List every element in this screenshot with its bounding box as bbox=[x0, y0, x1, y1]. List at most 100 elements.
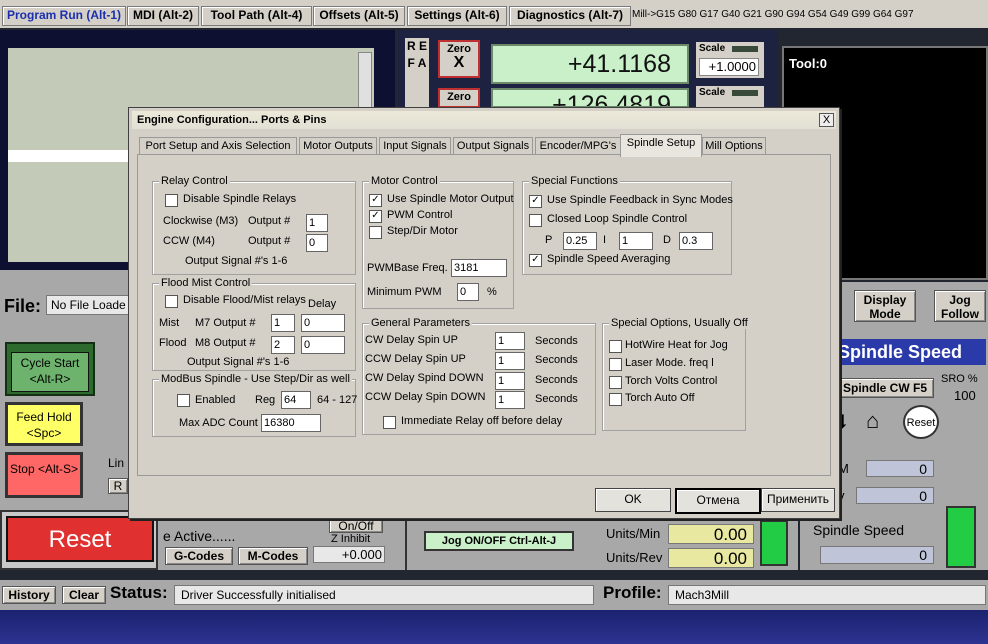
ccw-spin-up-label: CCW Delay Spin UP bbox=[365, 353, 466, 365]
ccw-spin-up-input[interactable]: 1 bbox=[495, 352, 525, 370]
ccw-spin-up-unit: Seconds bbox=[535, 354, 578, 366]
tab-diagnostics[interactable]: Diagnostics (Alt-7) bbox=[509, 6, 631, 26]
mcodes-button[interactable]: M-Codes bbox=[238, 547, 308, 565]
zero-x-button[interactable]: Zero X bbox=[438, 40, 480, 78]
cw-spin-down-input[interactable]: 1 bbox=[495, 372, 525, 390]
tab-tool-path[interactable]: Tool Path (Alt-4) bbox=[201, 6, 312, 26]
m-value: 0 bbox=[866, 460, 934, 477]
reset-button[interactable]: Reset bbox=[6, 516, 154, 562]
disable-flood-label: Disable Flood/Mist relays bbox=[183, 294, 306, 306]
closed-loop-checkbox[interactable] bbox=[529, 214, 542, 227]
spindle-reset-button[interactable]: Reset bbox=[903, 405, 939, 439]
status-text: Driver Successfully initialised bbox=[174, 585, 594, 605]
i-input[interactable]: 1 bbox=[619, 232, 653, 250]
flood-delay-input[interactable]: 0 bbox=[301, 336, 345, 354]
laser-mode-checkbox[interactable] bbox=[609, 358, 622, 371]
clear-button[interactable]: Clear bbox=[62, 586, 106, 604]
ccw-output-input[interactable]: 0 bbox=[306, 234, 328, 252]
speed-averaging-checkbox[interactable]: ✓ bbox=[529, 254, 542, 267]
modbus-enabled-checkbox[interactable] bbox=[177, 394, 190, 407]
file-label: File: bbox=[4, 296, 42, 316]
spindle-cw-button[interactable]: Spindle CW F5 bbox=[836, 378, 934, 398]
ref-all-button[interactable]: R E F A bbox=[405, 38, 429, 108]
gcodes-button[interactable]: G-Codes bbox=[165, 547, 233, 565]
step-dir-label: Step/Dir Motor bbox=[387, 225, 458, 237]
immediate-relay-checkbox[interactable] bbox=[383, 416, 396, 429]
spindle-feedback-checkbox[interactable]: ✓ bbox=[529, 195, 542, 208]
lin-label: Lin bbox=[108, 456, 125, 470]
disable-flood-checkbox[interactable] bbox=[165, 295, 178, 308]
tab-mdi[interactable]: MDI (Alt-2) bbox=[127, 6, 199, 26]
zero-y-button[interactable]: Zero bbox=[438, 88, 480, 108]
use-spindle-motor-checkbox[interactable]: ✓ bbox=[369, 194, 382, 207]
cw-output-input[interactable]: 1 bbox=[306, 214, 328, 232]
cancel-button[interactable]: Отмена bbox=[675, 488, 761, 514]
cw-spin-up-unit: Seconds bbox=[535, 335, 578, 347]
feed-hold-button[interactable]: Feed Hold <Spc> bbox=[5, 402, 83, 446]
ccw-spin-down-label: CCW Delay Spin DOWN bbox=[365, 391, 486, 403]
jog-follow-button[interactable]: Jog Follow bbox=[934, 290, 986, 322]
m8-output-input[interactable]: 2 bbox=[271, 336, 295, 354]
motor-control-group: Motor Control ✓ Use Spindle Motor Output… bbox=[362, 175, 514, 309]
x-dro-value[interactable]: +41.1168 bbox=[491, 44, 689, 84]
dialog-titlebar: Engine Configuration... Ports & Pins X bbox=[132, 111, 836, 129]
ccw-spin-down-input[interactable]: 1 bbox=[495, 391, 525, 409]
cw-spin-down-label: CW Delay Spind DOWN bbox=[365, 372, 484, 384]
spindle-speed-header: Spindle Speed bbox=[832, 339, 986, 365]
scale-x-value[interactable]: +1.0000 bbox=[699, 58, 759, 76]
display-mode-button[interactable]: Display Mode bbox=[854, 290, 916, 322]
speed-averaging-label: Spindle Speed Averaging bbox=[547, 253, 671, 265]
relay-control-group: Relay Control Disable Spindle Relays Clo… bbox=[152, 175, 356, 275]
close-icon[interactable]: X bbox=[819, 113, 834, 127]
active-gcodes: Mill->G15 G80 G17 G40 G21 G90 G94 G54 G4… bbox=[632, 9, 914, 20]
disable-spindle-relays-checkbox[interactable] bbox=[165, 194, 178, 207]
jog-onoff-button[interactable]: Jog ON/OFF Ctrl-Alt-J bbox=[424, 531, 574, 551]
m7-output-input[interactable]: 1 bbox=[271, 314, 295, 332]
i-label: I bbox=[603, 234, 607, 246]
general-parameters-legend: General Parameters bbox=[369, 317, 473, 329]
flood-label: Flood bbox=[159, 337, 187, 349]
p-input[interactable]: 0.25 bbox=[563, 232, 597, 250]
history-button[interactable]: History bbox=[2, 586, 56, 604]
ccw-spin-down-unit: Seconds bbox=[535, 393, 578, 405]
relay-control-legend: Relay Control bbox=[159, 175, 230, 187]
adc-label: Max ADC Count bbox=[179, 417, 258, 429]
cw-spin-up-input[interactable]: 1 bbox=[495, 332, 525, 350]
special-options-group: Special Options, Usually Off HotWire Hea… bbox=[602, 317, 750, 431]
ok-button[interactable]: OK bbox=[595, 488, 671, 512]
tab-spindle-setup[interactable]: Spindle Setup bbox=[620, 134, 702, 157]
d-input[interactable]: 0.3 bbox=[679, 232, 713, 250]
units-rev-value: 0.00 bbox=[668, 548, 754, 568]
pwmbase-input[interactable]: 3181 bbox=[451, 259, 507, 277]
tab-offsets[interactable]: Offsets (Alt-5) bbox=[313, 6, 405, 26]
scale-y-box: Scale bbox=[696, 86, 764, 108]
profile-label: Profile: bbox=[603, 583, 662, 602]
m8-output-label: M8 Output # bbox=[195, 337, 256, 349]
tab-settings[interactable]: Settings (Alt-6) bbox=[407, 6, 507, 26]
on-off-button[interactable]: On/Off bbox=[329, 519, 383, 533]
home-icon[interactable]: ⌂ bbox=[866, 408, 879, 434]
minpwm-input[interactable]: 0 bbox=[457, 283, 479, 301]
torch-auto-off-checkbox[interactable] bbox=[609, 393, 622, 406]
y-dro-value[interactable]: +126.4819 bbox=[491, 88, 689, 108]
flood-signals-note: Output Signal #'s 1-6 bbox=[187, 356, 290, 368]
minpwm-label: Minimum PWM bbox=[367, 286, 442, 298]
step-dir-checkbox[interactable] bbox=[369, 226, 382, 239]
mist-delay-input[interactable]: 0 bbox=[301, 314, 345, 332]
stop-button[interactable]: Stop <Alt-S> bbox=[5, 452, 83, 498]
tab-program-run[interactable]: Program Run (Alt-1) bbox=[2, 6, 126, 26]
r-button[interactable]: R bbox=[108, 478, 128, 494]
adc-input[interactable]: 16380 bbox=[261, 414, 321, 432]
delay-label: Delay bbox=[308, 298, 337, 310]
torch-volts-checkbox[interactable] bbox=[609, 376, 622, 389]
reg-input[interactable]: 64 bbox=[281, 391, 311, 409]
apply-button[interactable]: Применить bbox=[761, 488, 835, 512]
hotwire-checkbox[interactable] bbox=[609, 340, 622, 353]
z-inhibit-value[interactable]: +0.000 bbox=[313, 546, 385, 563]
cycle-start-button[interactable]: Cycle Start <Alt-R> bbox=[5, 342, 95, 396]
use-spindle-motor-label: Use Spindle Motor Output bbox=[387, 193, 514, 205]
pwm-control-checkbox[interactable]: ✓ bbox=[369, 210, 382, 223]
laser-mode-label: Laser Mode. freq l bbox=[625, 357, 714, 369]
ccw-label: CCW (M4) bbox=[163, 235, 215, 247]
clockwise-label: Clockwise (M3) bbox=[163, 215, 239, 227]
